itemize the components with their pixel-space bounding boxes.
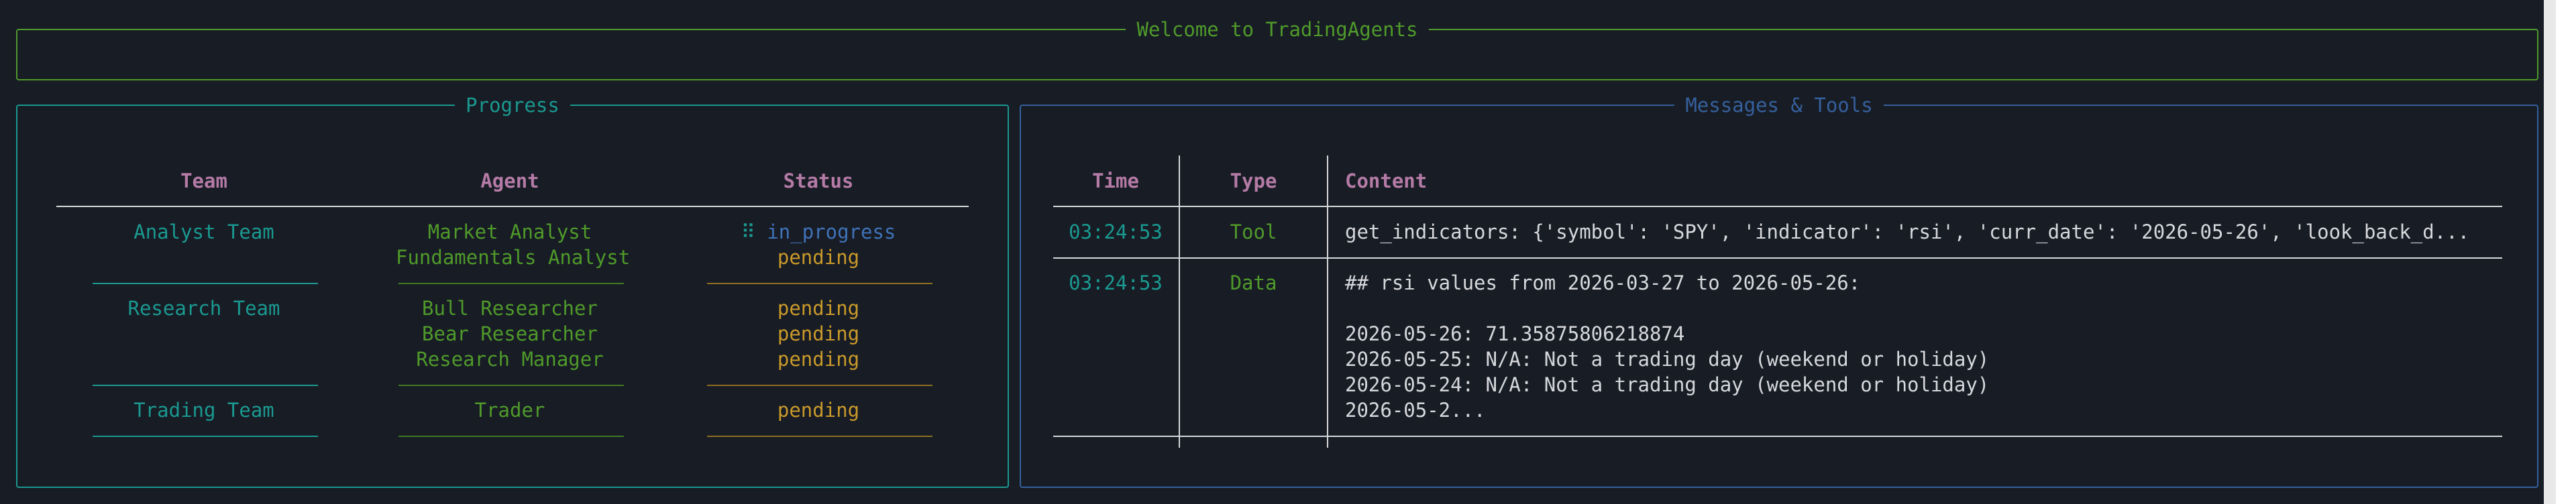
message-type: Data	[1230, 271, 1277, 294]
message-time: 03:24:53	[1069, 220, 1163, 243]
messages-column-divider-1	[1179, 155, 1180, 448]
team-divider-trading	[93, 436, 318, 437]
status-divider-research	[707, 385, 932, 386]
message-type: Tool	[1230, 220, 1277, 243]
messages-row-divider	[1053, 257, 2502, 259]
message-content: get_indicators: {'symbol': 'SPY', 'indic…	[1345, 220, 2470, 243]
message-time: 03:24:53	[1069, 271, 1163, 294]
team-divider-analyst	[93, 283, 318, 284]
status-divider-trading	[707, 436, 932, 437]
messages-header-type: Type	[1230, 170, 1277, 192]
messages-bottom-divider	[1053, 436, 2502, 437]
agent-bull-researcher: Bull Researcher	[422, 297, 598, 320]
agent-trader: Trader	[474, 399, 545, 422]
status-fundamentals-analyst: pending	[777, 246, 860, 269]
status-divider-analyst	[707, 283, 932, 284]
status-trader: pending	[777, 399, 860, 422]
welcome-panel: Welcome to TradingAgents	[16, 18, 2538, 80]
progress-header-status: Status	[783, 170, 854, 192]
message-content-line: ## rsi values from 2026-03-27 to 2026-05…	[1345, 271, 1861, 294]
welcome-title: Welcome to TradingAgents	[1126, 18, 1429, 41]
team-label-trading: Trading Team	[133, 399, 274, 422]
team-label-analyst: Analyst Team	[133, 220, 274, 243]
agent-divider-analyst	[398, 283, 624, 284]
team-divider-research	[93, 385, 318, 386]
progress-header-divider	[56, 206, 969, 207]
agent-research-manager: Research Manager	[416, 348, 604, 371]
progress-header-agent: Agent	[480, 170, 539, 192]
team-label-research: Research Team	[127, 297, 280, 320]
agent-fundamentals-analyst: Fundamentals Analyst	[396, 246, 631, 269]
agent-divider-trading	[398, 436, 624, 437]
messages-header-time: Time	[1092, 170, 1139, 192]
agent-market-analyst: Market Analyst	[427, 220, 592, 243]
message-content-line: 2026-05-2...	[1345, 399, 1486, 422]
status-market-analyst: ⠿ in_progress	[741, 220, 896, 243]
message-content-line: 2026-05-26: 71.35875806218874	[1345, 322, 1685, 345]
messages-title: Messages & Tools	[1674, 94, 1884, 117]
messages-header-divider	[1053, 206, 2502, 207]
progress-title: Progress	[455, 94, 570, 117]
messages-panel: Messages & Tools	[1020, 94, 2538, 488]
message-content-line: 2026-05-25: N/A: Not a trading day (week…	[1345, 348, 1990, 371]
agent-divider-research	[398, 385, 624, 386]
status-bear-researcher: pending	[777, 322, 860, 345]
status-research-manager: pending	[777, 348, 860, 371]
spinner-icon: ⠿	[741, 220, 755, 243]
agent-bear-researcher: Bear Researcher	[422, 322, 598, 345]
scrollbar-track[interactable]	[2544, 0, 2556, 504]
message-content-line: 2026-05-24: N/A: Not a trading day (week…	[1345, 373, 1990, 396]
messages-header-content: Content	[1345, 170, 1428, 192]
messages-column-divider-2	[1327, 155, 1328, 448]
status-bull-researcher: pending	[777, 297, 860, 320]
progress-header-team: Team	[180, 170, 227, 192]
